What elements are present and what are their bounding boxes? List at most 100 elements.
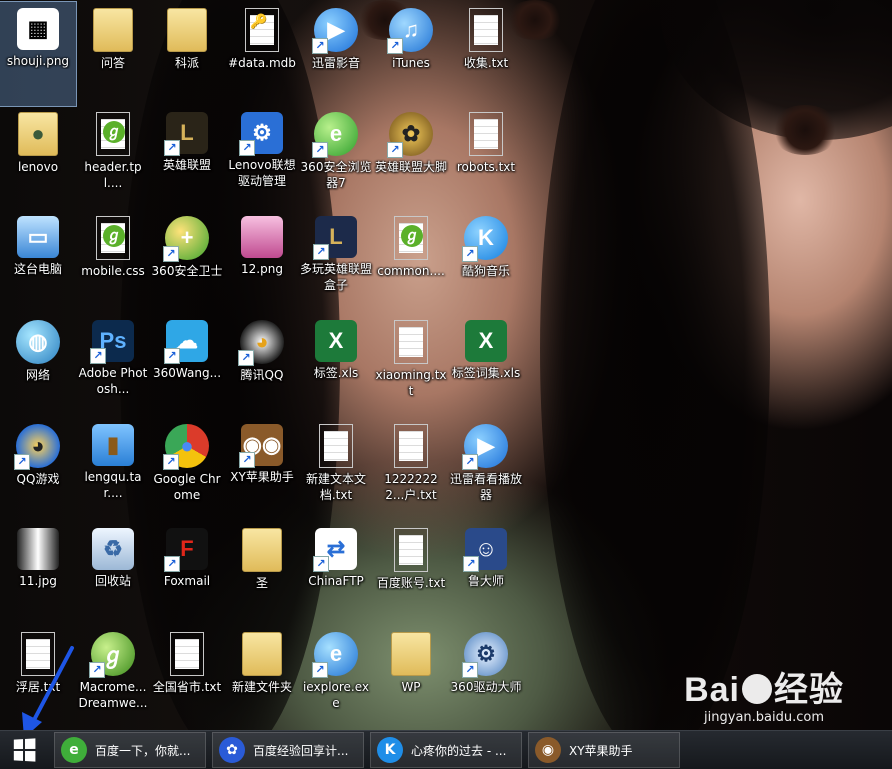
desktop-icon-label: 浮居.txt [15, 680, 61, 694]
chrome-icon: ● ↗ [163, 424, 209, 470]
folder2-icon [391, 632, 431, 676]
desktop-icon[interactable]: ⚙ ↗ 360驱动大师 [448, 626, 524, 730]
desktop-icon[interactable]: ● ↗ Google Chrome [149, 418, 225, 522]
start-button[interactable] [0, 731, 48, 769]
desktop-icon[interactable]: K ↗ 酷狗音乐 [448, 210, 524, 314]
desktop-icon[interactable]: 新建文件夹 [224, 626, 300, 730]
desktop-icon-label: iexplore.exe [302, 680, 370, 710]
desktop-icon[interactable]: L ↗ 英雄联盟 [149, 106, 225, 210]
taskbar-button[interactable]: ◉ XY苹果助手 [528, 732, 680, 768]
desktop-icon-label: 英雄联盟 [162, 158, 211, 172]
desktop-icon[interactable]: 浮居.txt [0, 626, 76, 730]
desktop-icon-label: 回收站 [94, 574, 131, 588]
desktop-icon[interactable]: 全国省市.txt [149, 626, 225, 730]
desktop-icon[interactable]: ▮ lengqu.tar.... [75, 418, 151, 522]
desktop-icon[interactable]: ◉◉ ↗ XY苹果助手 [224, 418, 300, 522]
desktop-icon[interactable]: L ↗ 多玩英雄联盟盒子 [298, 210, 374, 314]
shortcut-arrow-icon: ↗ [164, 140, 180, 156]
desktop-icon[interactable]: xiaoming.txt [373, 314, 449, 418]
desktop-icon[interactable]: ♫ ↗ iTunes [373, 2, 449, 106]
desktop-icon[interactable]: ℊ ↗ Macrome... Dreamwe... [75, 626, 151, 730]
ie-icon: e ↗ [312, 632, 358, 678]
desktop-icon[interactable]: ▦ shouji.png [0, 1, 77, 107]
desktop-icon[interactable]: ◕ ↗ 腾讯QQ [224, 314, 300, 418]
desktop-icon[interactable]: ✿ ↗ 英雄联盟大脚 [373, 106, 449, 210]
desktop-icon-label: 多玩英雄联盟盒子 [300, 262, 373, 292]
desktop-icon[interactable]: X 标签词集.xls [448, 314, 524, 418]
shortcut-arrow-icon: ↗ [312, 662, 328, 678]
desktop-icon[interactable]: ℊ common.... [373, 210, 449, 314]
shortcut-arrow-icon: ↗ [312, 142, 328, 158]
desktop-icon[interactable]: ♻ 回收站 [75, 522, 151, 626]
desktop-icon[interactable]: ▶ ↗ 迅雷看看播放器 [448, 418, 524, 522]
taskbar-button[interactable]: ✿ 百度经验回享计... [212, 732, 364, 768]
desktop-icon[interactable]: X 标签.xls [298, 314, 374, 418]
desktop-icon[interactable]: 收集.txt [448, 2, 524, 106]
desktop-icon-label: 网络 [25, 368, 50, 382]
desktop-icon[interactable]: robots.txt [448, 106, 524, 210]
desktop-icon[interactable]: 问答 [75, 2, 151, 106]
folder2-icon [242, 632, 282, 676]
desktop-icon-label: 360Wang... [152, 366, 222, 380]
windows-logo-icon [13, 738, 36, 762]
ie360-icon: e [61, 737, 87, 763]
desktop-icon[interactable]: 11.jpg [0, 522, 76, 626]
desktop-icon[interactable]: ☺ ↗ 鲁大师 [448, 522, 524, 626]
desktop-icon[interactable]: ℊ header.tpl.... [75, 106, 151, 210]
desktop-icon[interactable]: 12.png [224, 210, 300, 314]
shortcut-arrow-icon: ↗ [14, 454, 30, 470]
desktop-icon-label: 新建文本文档.txt [305, 472, 366, 502]
desktop-icon[interactable]: F ↗ Foxmail [149, 522, 225, 626]
foxmail-icon: F ↗ [164, 528, 208, 572]
desktop-icon[interactable]: 圣 [224, 522, 300, 626]
desktop-icon-label: 360安全卫士 [151, 264, 223, 278]
shortcut-arrow-icon: ↗ [462, 246, 478, 262]
shortcut-arrow-icon: ↗ [462, 662, 478, 678]
net-icon: ◍ [16, 320, 60, 364]
qqgame-icon: ◕ ↗ [14, 424, 60, 470]
file-icon [170, 632, 204, 676]
desktop-icon-label: 收集.txt [463, 56, 509, 70]
desktop-icon[interactable]: ◕ ↗ QQ游戏 [0, 418, 76, 522]
desktop-icon-label: robots.txt [456, 160, 516, 174]
file-icon [394, 320, 428, 364]
desktop-icon[interactable]: e ↗ iexplore.exe [298, 626, 374, 730]
desktop-icon[interactable]: ▭ 这台电脑 [0, 210, 76, 314]
shortcut-arrow-icon: ↗ [164, 348, 180, 364]
desktop-icon-label: iTunes [392, 56, 430, 70]
desktop-icon-label: ChinaFTP [308, 574, 364, 588]
desktop-icon[interactable]: ☁ ↗ 360Wang... [149, 314, 225, 418]
desktop-icon[interactable]: Ps ↗ Adobe Photosh... [75, 314, 151, 418]
desktop-icon[interactable]: 12222222...户.txt [373, 418, 449, 522]
taskbar-button[interactable]: K 心疼你的过去 - ... [370, 732, 522, 768]
desktop-icon[interactable]: 新建文本文档.txt [298, 418, 374, 522]
desktop-icon[interactable]: + ↗ 360安全卫士 [149, 210, 225, 314]
desktop-icon-label: lenovo [17, 160, 59, 174]
desktop-icon[interactable]: ℊ mobile.css [75, 210, 151, 314]
desktop-icon[interactable]: ⇄ ↗ ChinaFTP [298, 522, 374, 626]
desktop-icon-label: header.tpl.... [84, 160, 142, 190]
desktop-icon[interactable]: 百度账号.txt [373, 522, 449, 626]
desktop-icon[interactable]: 科派 [149, 2, 225, 106]
desktop-icon[interactable]: ⚙ ↗ Lenovo联想驱动管理 [224, 106, 300, 210]
desktop-icon-label: 360安全浏览器7 [300, 160, 372, 190]
desktop-icon[interactable]: ● lenovo [0, 106, 76, 210]
shortcut-arrow-icon: ↗ [238, 350, 254, 366]
desktop-icon-label: 迅雷看看播放器 [450, 472, 523, 502]
desktop-icon-label: WP [401, 680, 421, 694]
file-icon [21, 632, 55, 676]
desktop-icon-label: 这台电脑 [13, 262, 62, 276]
box-icon: L ↗ [313, 216, 357, 260]
desktop-icon[interactable]: e ↗ 360安全浏览器7 [298, 106, 374, 210]
desktop-icon[interactable]: WP [373, 626, 449, 730]
desktop-icon-label: QQ游戏 [16, 472, 60, 486]
desktop-icon[interactable]: 🔑 #data.mdb [224, 2, 300, 106]
file-icon [469, 8, 503, 52]
file-icon [319, 424, 353, 468]
taskbar-button-label: 百度一下，你就... [95, 743, 191, 758]
dw-icon: ℊ [96, 216, 130, 260]
desktop-icon[interactable]: ◍ 网络 [0, 314, 76, 418]
taskbar-button[interactable]: e 百度一下，你就... [54, 732, 206, 768]
desktop-icon[interactable]: ▶ ↗ 迅雷影音 [298, 2, 374, 106]
shortcut-arrow-icon: ↗ [239, 140, 255, 156]
